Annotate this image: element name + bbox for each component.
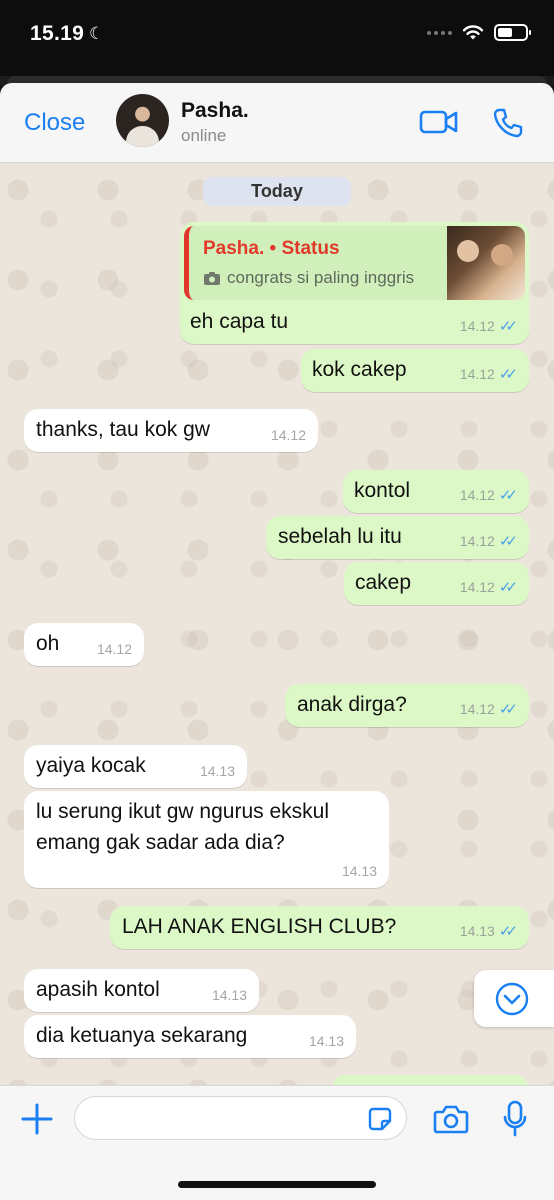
wifi-icon (462, 25, 484, 40)
status-caption-text: congrats si paling inggris (227, 268, 415, 287)
message-time: 14.12 (459, 533, 495, 549)
message-meta: 14.12 ✓✓ (459, 578, 518, 596)
status-quote[interactable]: Pasha. • Status congrats si paling inggr… (184, 226, 525, 300)
message-bubble[interactable]: yaiya kocak 14.13 (24, 745, 247, 788)
read-receipt-icon: ✓✓ (498, 701, 518, 718)
message-time: 14.12 (459, 366, 495, 382)
status-quote-title: Pasha. • Status (203, 238, 340, 259)
message-time: 14.12 (459, 487, 495, 503)
read-receipt-icon: ✓✓ (498, 487, 518, 504)
message-text: eh capa tu (190, 310, 289, 333)
message-meta: 14.12 ✓✓ (459, 486, 518, 504)
message-meta: 14.12 ✓✓ (459, 532, 518, 550)
chevron-down-icon (495, 982, 529, 1016)
message-time: 14.13 (211, 987, 247, 1003)
message-bubble[interactable]: apasih kontol 14.13 (24, 969, 259, 1012)
message-text: oh (36, 632, 60, 655)
message-meta: 14.13 ✓✓ (459, 922, 518, 940)
chat-area[interactable]: Today Pasha. • Status congrats si paling… (0, 163, 554, 1085)
read-receipt-icon: ✓✓ (498, 533, 518, 550)
message-bubble[interactable]: cakep 14.12 ✓✓ (344, 562, 529, 605)
close-button[interactable]: Close (24, 109, 85, 137)
message-time: 14.12 (96, 641, 132, 657)
message-text: apasih kontol (36, 978, 160, 1001)
signal-icon (427, 30, 452, 35)
contact-status: online (181, 126, 227, 145)
status-quote-caption: congrats si paling inggris (203, 268, 414, 288)
do-not-disturb-icon: ☾ (89, 24, 105, 43)
read-receipt-icon: ✓✓ (498, 923, 518, 940)
message-text: sebelah lu itu (278, 525, 402, 548)
avatar[interactable] (116, 94, 169, 147)
message-meta: 14.13 (200, 763, 235, 779)
message-text: kok cakep (312, 358, 407, 381)
chat-header: Close Pasha. online (0, 83, 554, 163)
clock: 15.19 (30, 22, 85, 45)
phone-icon[interactable] (492, 107, 524, 139)
message-meta: 14.12 ✓✓ (459, 700, 518, 718)
message-time: 14.13 (341, 863, 377, 879)
plus-icon[interactable] (20, 1102, 54, 1136)
message-meta: 14.12 ✓✓ (459, 365, 518, 383)
sticker-icon[interactable] (367, 1106, 393, 1132)
message-meta: 14.13 (342, 863, 377, 879)
message-bubble-partial[interactable] (332, 1075, 529, 1085)
message-time: 14.12 (270, 427, 306, 443)
message-bubble[interactable]: thanks, tau kok gw 14.12 (24, 409, 318, 452)
message-time: 14.12 (459, 701, 495, 717)
message-meta: 14.12 (271, 427, 306, 443)
read-receipt-icon: ✓✓ (498, 579, 518, 596)
message-bubble[interactable]: sebelah lu itu 14.12 ✓✓ (266, 516, 529, 559)
message-text: LAH ANAK ENGLISH CLUB? (122, 915, 397, 938)
message-text: dia ketuanya sekarang (36, 1024, 248, 1047)
message-bubble[interactable]: kok cakep 14.12 ✓✓ (301, 349, 529, 392)
message-meta: 14.12 ✓✓ (459, 317, 518, 335)
message-meta: 14.12 (97, 641, 132, 657)
battery-icon (494, 24, 531, 41)
home-indicator[interactable] (178, 1181, 376, 1188)
scroll-to-bottom-button[interactable] (474, 970, 554, 1027)
message-bubble-status-reply[interactable]: Pasha. • Status congrats si paling inggr… (180, 222, 529, 344)
message-meta: 14.13 (309, 1033, 344, 1049)
compose-bar (0, 1085, 554, 1200)
status-bar: 15.19 ☾ (0, 0, 554, 76)
message-text: yaiya kocak (36, 754, 146, 777)
read-receipt-icon: ✓✓ (498, 318, 518, 335)
message-time: 14.13 (199, 763, 235, 779)
message-text: cakep (355, 571, 412, 594)
message-time: 14.13 (459, 923, 495, 939)
message-bubble[interactable]: lu serung ikut gw ngurus ekskul emang ga… (24, 791, 389, 888)
message-text: anak dirga? (297, 693, 407, 716)
message-bubble[interactable]: anak dirga? 14.12 ✓✓ (285, 684, 529, 727)
message-time: 14.12 (459, 579, 495, 595)
message-time: 14.12 (459, 318, 495, 334)
message-text: kontol (354, 479, 411, 502)
message-time: 14.13 (308, 1033, 344, 1049)
status-indicators (427, 24, 531, 41)
message-bubble[interactable]: LAH ANAK ENGLISH CLUB? 14.13 ✓✓ (110, 906, 529, 949)
camera-small-icon (204, 271, 220, 285)
video-camera-icon[interactable] (419, 109, 459, 135)
status-thumbnail (447, 226, 525, 300)
microphone-icon[interactable] (502, 1100, 528, 1138)
message-meta: 14.13 (212, 987, 247, 1003)
read-receipt-icon: ✓✓ (498, 366, 518, 383)
message-text-line-2: emang gak sadar ada dia? (36, 831, 285, 854)
message-text: thanks, tau kok gw (36, 418, 210, 441)
contact-name[interactable]: Pasha. (181, 99, 249, 123)
message-bubble[interactable]: kontol 14.12 ✓✓ (343, 470, 529, 513)
message-input[interactable] (74, 1096, 407, 1140)
date-separator: Today (203, 177, 351, 206)
message-bubble[interactable]: dia ketuanya sekarang 14.13 (24, 1015, 356, 1058)
camera-icon[interactable] (433, 1103, 469, 1135)
message-bubble[interactable]: oh 14.12 (24, 623, 144, 666)
message-text-line-1: lu serung ikut gw ngurus ekskul (36, 800, 329, 823)
